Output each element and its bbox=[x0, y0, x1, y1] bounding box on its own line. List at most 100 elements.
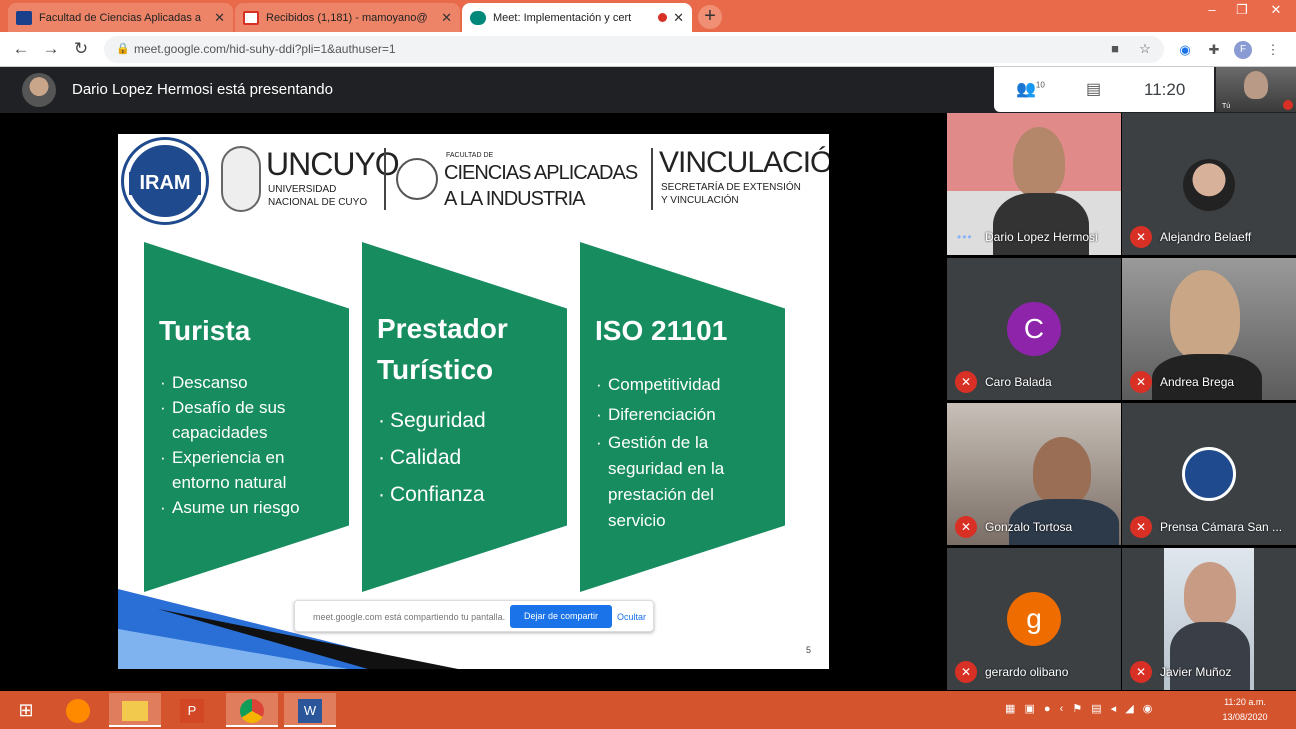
close-tab-icon[interactable]: ✕ bbox=[673, 10, 684, 26]
turista-title: Turista bbox=[159, 315, 251, 346]
browser-toolbar: ← → ↻ 🔒 meet.google.com/hid-suhy-ddi?pli… bbox=[0, 32, 1296, 67]
taskbar-time: 11:20 a.m. bbox=[1224, 697, 1266, 707]
logo-divider bbox=[384, 148, 386, 210]
address-bar[interactable]: 🔒 meet.google.com/hid-suhy-ddi?pli=1&aut… bbox=[104, 36, 1164, 63]
participant-tile[interactable]: ✕ Prensa Cámara San ... bbox=[1122, 403, 1296, 545]
system-tray[interactable]: ▦ ▣ ● ‹ ⚑ ▤ ◂ ◢ ◉ bbox=[1005, 702, 1155, 715]
uncuyo-seal-icon bbox=[221, 146, 261, 212]
prestador-list: Seguridad Calidad Confianza bbox=[378, 402, 486, 513]
participant-name: Caro Balada bbox=[985, 375, 1052, 389]
puzzle-icon[interactable]: ✚ bbox=[1205, 41, 1223, 59]
tab-gmail[interactable]: Recibidos (1,181) - mamoyano@ ✕ bbox=[235, 3, 460, 32]
back-icon[interactable]: ← bbox=[10, 38, 32, 60]
people-icon[interactable]: 👥10 bbox=[1016, 79, 1045, 99]
iso-panel: ISO 21101 Competitividad Diferenciación … bbox=[580, 242, 785, 592]
participant-name: Prensa Cámara San ... bbox=[1160, 520, 1283, 534]
slide-page-number: 5 bbox=[806, 645, 812, 655]
restore-button[interactable]: ❐ bbox=[1226, 0, 1258, 22]
url-text: meet.google.com/hid-suhy-ddi?pli=1&authu… bbox=[134, 42, 396, 56]
start-icon[interactable]: ⊞ bbox=[0, 693, 52, 727]
participant-name: Dario Lopez Hermosi bbox=[985, 230, 1098, 244]
participant-tile[interactable]: ✕ Andrea Brega bbox=[1122, 258, 1296, 400]
mic-off-icon: ✕ bbox=[1130, 371, 1152, 393]
participant-tile[interactable]: ✕ Javier Muñoz bbox=[1122, 548, 1296, 690]
mic-off-icon bbox=[1283, 100, 1293, 110]
close-tab-icon[interactable]: ✕ bbox=[441, 10, 452, 26]
mic-off-icon: ✕ bbox=[955, 371, 977, 393]
word-icon[interactable]: W bbox=[284, 693, 336, 727]
close-window-button[interactable]: ✕ bbox=[1260, 0, 1292, 22]
participant-tile[interactable]: g ✕ gerardo olibano bbox=[947, 548, 1121, 690]
faculty-top: FACULTAD DE bbox=[446, 152, 494, 159]
iso-title: ISO 21101 bbox=[595, 315, 728, 346]
avatar: C bbox=[1007, 302, 1061, 356]
participant-name: Javier Muñoz bbox=[1160, 665, 1232, 679]
forward-icon[interactable]: → bbox=[40, 38, 62, 60]
participant-name: Gonzalo Tortosa bbox=[985, 520, 1073, 534]
list-item: Asume un riesgo bbox=[160, 495, 310, 520]
uncuyo-sub2: NACIONAL DE CUYO bbox=[268, 197, 368, 208]
meet-icon bbox=[470, 10, 486, 25]
presentation-slide: IRAM UNCUYO UNIVERSIDAD NACIONAL DE CUYO… bbox=[118, 134, 829, 669]
list-item: Confianza bbox=[378, 476, 486, 513]
bookmark-star-icon[interactable]: ☆ bbox=[1136, 40, 1154, 58]
menu-dots-icon[interactable]: ⋮ bbox=[1264, 41, 1282, 59]
uncuyo-title: UNCUYO bbox=[266, 146, 400, 182]
mic-off-icon: ✕ bbox=[1130, 226, 1152, 248]
list-item: Experiencia en entorno natural bbox=[160, 445, 310, 495]
file-explorer-icon[interactable] bbox=[109, 693, 161, 727]
profile-avatar[interactable]: F bbox=[1234, 41, 1252, 59]
list-item: Competitividad bbox=[596, 370, 756, 400]
iram-logo: IRAM bbox=[124, 140, 206, 222]
taskbar-date: 13/08/2020 bbox=[1222, 712, 1268, 722]
participant-tile[interactable]: ✕ Alejandro Belaeff bbox=[1122, 113, 1296, 255]
tab-meet[interactable]: Meet: Implementación y cert ✕ bbox=[462, 3, 692, 32]
participant-tile[interactable]: C ✕ Caro Balada bbox=[947, 258, 1121, 400]
hide-share-bar-button[interactable]: Ocultar bbox=[617, 612, 646, 622]
uncuyo-sub1: UNIVERSIDAD bbox=[268, 184, 337, 195]
avatar: g bbox=[1007, 592, 1061, 646]
participant-tile[interactable]: ••• Dario Lopez Hermosi bbox=[947, 113, 1121, 255]
tab-title: Recibidos (1,181) - mamoyano@ bbox=[266, 11, 428, 24]
browser-tab-bar: Facultad de Ciencias Aplicadas a ✕ Recib… bbox=[0, 0, 1296, 32]
reload-icon[interactable]: ↻ bbox=[70, 38, 92, 60]
list-item: Descanso bbox=[160, 370, 310, 395]
mic-off-icon: ✕ bbox=[955, 516, 977, 538]
chat-icon[interactable]: ▤ bbox=[1086, 79, 1101, 99]
camera-icon[interactable]: ■ bbox=[1106, 40, 1124, 58]
participant-name: Andrea Brega bbox=[1160, 375, 1235, 389]
logo-divider bbox=[651, 148, 653, 210]
gmail-icon bbox=[243, 10, 259, 25]
self-view: Tú bbox=[1216, 67, 1296, 112]
faculty-line1: CIENCIAS APLICADAS bbox=[444, 162, 638, 184]
share-message: meet.google.com está compartiendo tu pan… bbox=[313, 612, 506, 622]
turista-panel: Turista Descanso Desafío de sus capacida… bbox=[144, 242, 349, 592]
prestador-title: Prestador bbox=[377, 313, 508, 344]
chrome-icon[interactable] bbox=[226, 693, 278, 727]
list-item: Gestión de la seguridad en la prestación… bbox=[596, 430, 756, 534]
list-item: Seguridad bbox=[378, 402, 486, 439]
list-item: Desafío de sus capacidades bbox=[160, 395, 310, 445]
taskbar-clock[interactable]: 11:20 a.m. 13/08/2020 bbox=[1215, 695, 1275, 725]
vinculacion-sub2: Y VINCULACIÓN bbox=[661, 195, 739, 206]
people-count: 10 bbox=[1035, 80, 1045, 90]
new-tab-button[interactable]: + bbox=[698, 5, 722, 29]
minimize-button[interactable]: – bbox=[1196, 0, 1228, 22]
powerpoint-icon[interactable]: P bbox=[166, 693, 218, 727]
participant-name: gerardo olibano bbox=[985, 665, 1069, 679]
presenter-avatar bbox=[22, 73, 56, 107]
vinculacion-sub1: SECRETARÍA DE EXTENSIÓN bbox=[661, 182, 801, 193]
participant-tile[interactable]: ✕ Gonzalo Tortosa bbox=[947, 403, 1121, 545]
calendar-icon bbox=[16, 10, 32, 25]
iram-logo-text: IRAM bbox=[129, 172, 201, 195]
extension-icon[interactable]: ◉ bbox=[1176, 41, 1194, 59]
stop-sharing-button[interactable]: Dejar de compartir bbox=[510, 605, 612, 628]
list-item: Diferenciación bbox=[596, 400, 756, 430]
faculty-emblem-icon bbox=[396, 158, 438, 200]
close-tab-icon[interactable]: ✕ bbox=[214, 10, 225, 26]
tab-facultad[interactable]: Facultad de Ciencias Aplicadas a ✕ bbox=[8, 3, 233, 32]
mic-off-icon: ✕ bbox=[955, 661, 977, 683]
avatar bbox=[1182, 447, 1236, 501]
iso-list: Competitividad Diferenciación Gestión de… bbox=[596, 370, 756, 534]
firefox-icon[interactable] bbox=[52, 693, 104, 727]
